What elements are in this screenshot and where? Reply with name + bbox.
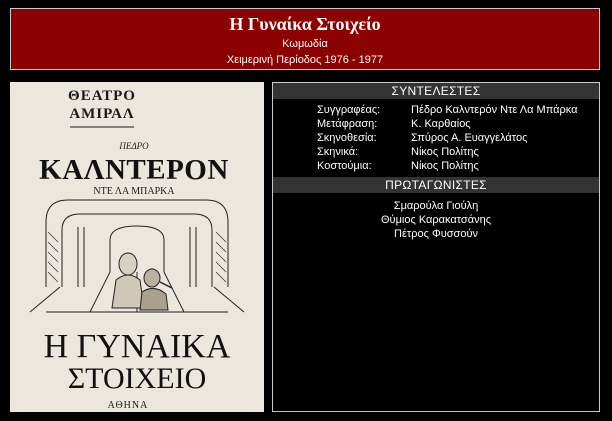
play-season: Χειμερινή Περίοδος 1976 - 1977 <box>226 54 384 66</box>
poster-author-suffix: ΝΤΕ ΛΑ ΜΠΑΡΚΑ <box>93 186 175 197</box>
poster-frame: ΘΕΑΤΡΟ ΑΜΙΡΑΛ ΠΕΔΡΟ ΚΑΛΝΤΕΡΟΝ ΝΤΕ ΛΑ ΜΠΑ… <box>10 82 264 412</box>
credit-row: Συγγραφέας: Πέδρο Καλντερόν Ντε Λα Μπάρκ… <box>273 103 599 117</box>
credit-value: Πέδρο Καλντερόν Ντε Λα Μπάρκα <box>411 104 578 116</box>
cast-list: Σμαρούλα Γιούλη Θύμιος Καρακατσάνης Πέτρ… <box>273 193 599 241</box>
cast-member: Σμαρούλα Γιούλη <box>393 200 479 212</box>
poster-city: ΑΘΗΝΑ <box>108 400 149 411</box>
credit-row: Κοστούμια: Νίκος Πολίτης <box>273 159 599 173</box>
poster-title-line2: ΣΤΟΙΧΕΙΟ <box>68 362 207 395</box>
cast-member: Θύμιος Καρακατσάνης <box>381 214 491 226</box>
info-panel: ΣΥΝΤΕΛΕΣΤΕΣ Συγγραφέας: Πέδρο Καλντερόν … <box>272 82 600 412</box>
credit-label: Σκηνικά: <box>317 146 359 158</box>
play-header: Η Γυναίκα Στοιχείο Κωμωδία Χειμερινή Περ… <box>10 8 600 70</box>
cast-member: Πέτρος Φυσσούν <box>394 228 478 240</box>
poster-theatre-line2: ΑΜΙΡΑΛ <box>69 106 134 122</box>
poster-theatre-line1: ΘΕΑΤΡΟ <box>68 88 136 104</box>
credit-value: Κ. Καρθαίος <box>411 118 471 130</box>
credits-heading: ΣΥΝΤΕΛΕΣΤΕΣ <box>273 83 599 99</box>
poster-image: ΘΕΑΤΡΟ ΑΜΙΡΑΛ ΠΕΔΡΟ ΚΑΛΝΤΕΡΟΝ ΝΤΕ ΛΑ ΜΠΑ… <box>10 82 264 412</box>
credit-row: Μετάφραση: Κ. Καρθαίος <box>273 117 599 131</box>
credit-value: Νίκος Πολίτης <box>411 146 479 158</box>
play-genre: Κωμωδία <box>282 38 328 50</box>
poster-title-line1: Η ΓΥΝΑΙΚΑ <box>44 328 231 365</box>
credit-label: Σκηνοθεσία: <box>317 132 377 144</box>
credit-value: Νίκος Πολίτης <box>411 160 479 172</box>
poster-author-last: ΚΑΛΝΤΕΡΟΝ <box>39 154 229 186</box>
credit-row: Σκηνοθεσία: Σπύρος Α. Ευαγγελάτος <box>273 131 599 145</box>
credit-label: Μετάφραση: <box>317 118 378 130</box>
credit-label: Συγγραφέας: <box>317 104 381 116</box>
play-title: Η Γυναίκα Στοιχείο <box>229 14 381 34</box>
cast-heading: ΠΡΩΤΑΓΩΝΙΣΤΕΣ <box>273 177 599 193</box>
credit-value: Σπύρος Α. Ευαγγελάτος <box>411 132 528 144</box>
poster-author-first: ΠΕΔΡΟ <box>118 141 149 151</box>
credit-row: Σκηνικά: Νίκος Πολίτης <box>273 145 599 159</box>
credit-label: Κοστούμια: <box>317 160 372 172</box>
credits-list: Συγγραφέας: Πέδρο Καλντερόν Ντε Λα Μπάρκ… <box>273 99 599 177</box>
